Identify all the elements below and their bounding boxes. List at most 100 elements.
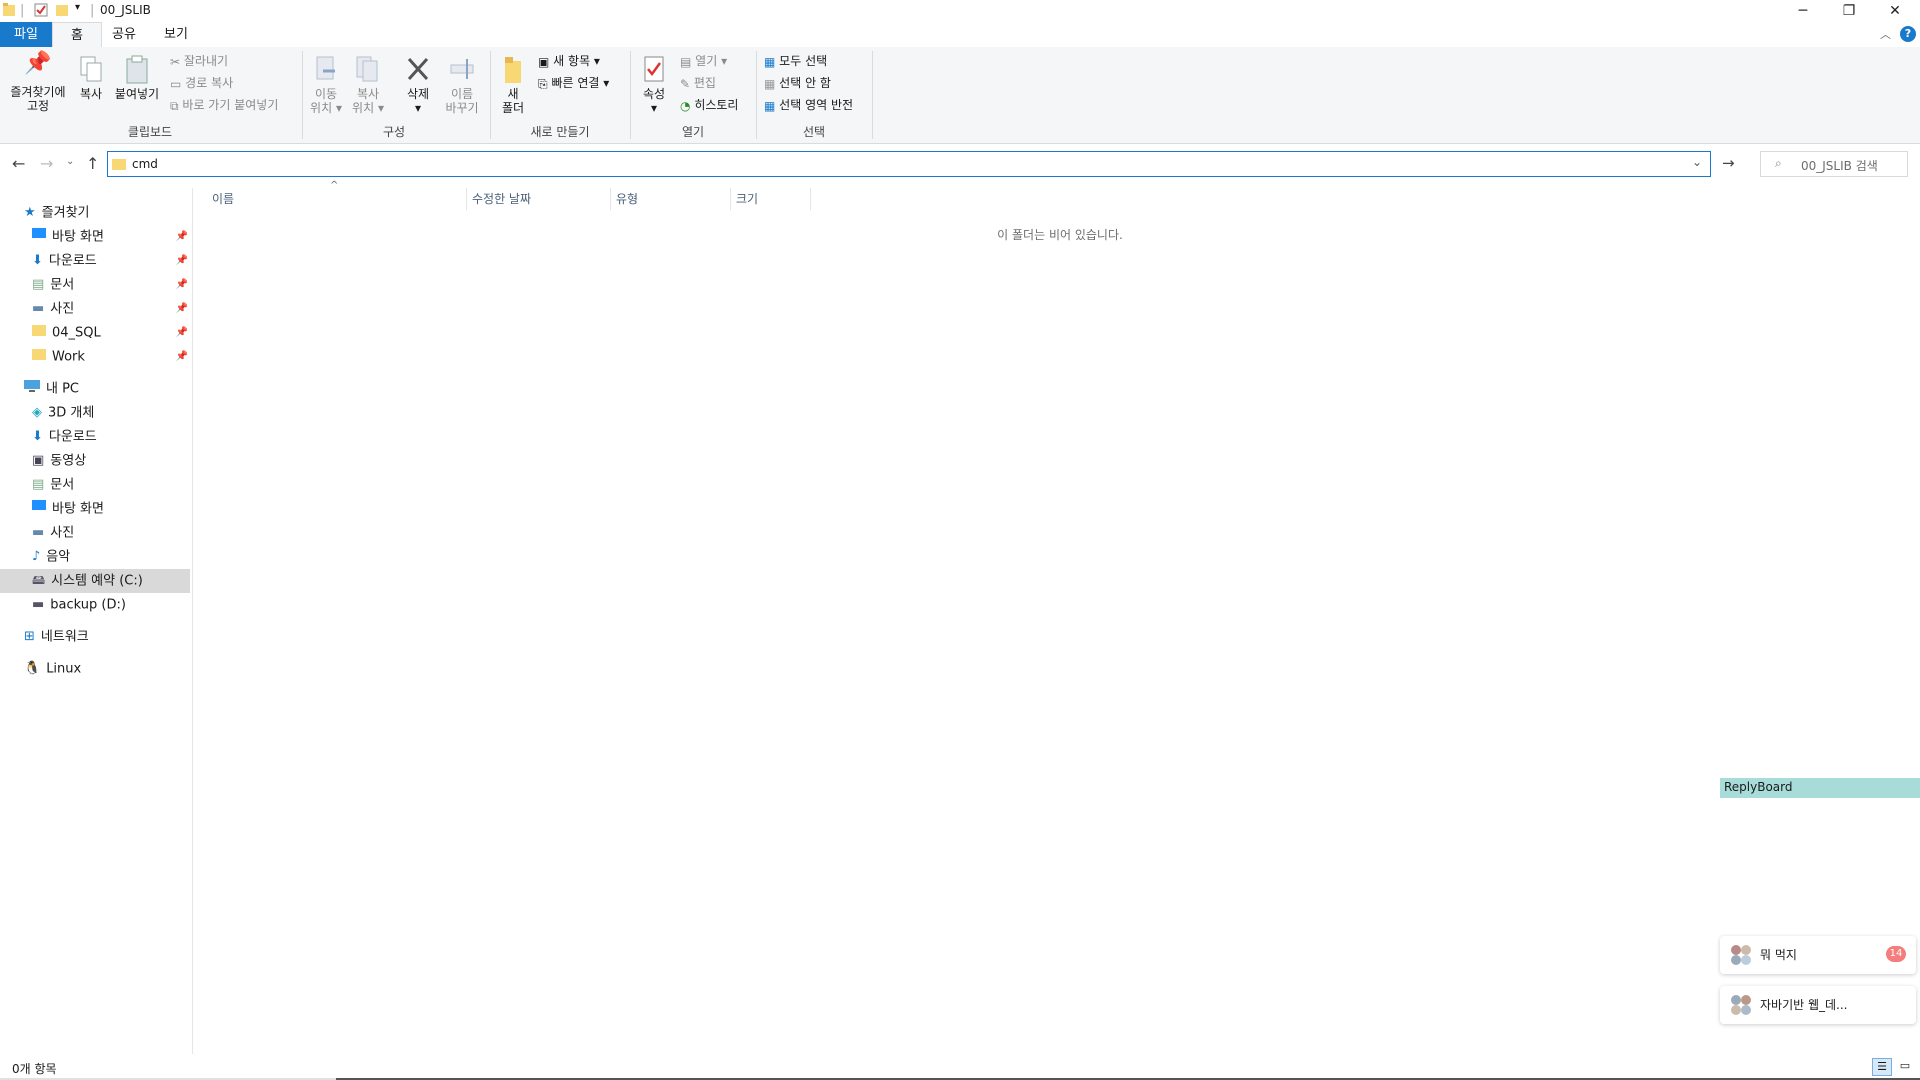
tab-home[interactable]: 홈 — [52, 22, 102, 48]
pin-icon[interactable]: 📌 — [176, 297, 188, 321]
chat-title: 자바기반 웹_데... — [1760, 998, 1848, 1012]
edit-icon: ✎ — [680, 76, 691, 91]
go-arrow-icon[interactable]: → — [1722, 154, 1735, 172]
recent-locations-icon[interactable]: ⌄ — [66, 156, 74, 167]
rename-button[interactable]: 이름 바꾸기 — [440, 55, 484, 115]
pin-icon[interactable]: 📌 — [176, 225, 188, 249]
search-input[interactable]: ⌕ 00_JSLIB 검색 — [1760, 151, 1908, 177]
nav-pc-downloads[interactable]: ⬇ 다운로드 — [32, 425, 188, 449]
copy-label: 복사 — [79, 87, 103, 101]
pin-icon[interactable]: 📌 — [176, 273, 188, 297]
window-title: 00_JSLIB — [100, 3, 151, 17]
tab-share[interactable]: 공유 — [104, 22, 144, 47]
nav-3d-objects[interactable]: ◈ 3D 개체 — [32, 401, 188, 425]
cube-icon: ◈ — [32, 405, 42, 420]
address-input[interactable]: cmd ⌄ — [107, 151, 1711, 177]
select-all-button[interactable]: ▦ 모두 선택 — [764, 51, 827, 71]
properties-icon[interactable] — [34, 3, 48, 17]
minimize-icon[interactable]: ─ — [1780, 0, 1826, 22]
move-to-button[interactable]: 이동 위치 ▾ — [308, 55, 344, 115]
new-folder-label-2: 폴더 — [501, 101, 525, 115]
restore-icon[interactable]: ❐ — [1826, 0, 1872, 22]
nav-quick-pictures[interactable]: ▬ 사진 📌 — [32, 297, 188, 321]
copy-path-button[interactable]: ▭ 경로 복사 — [170, 73, 233, 93]
nav-quick-04sql[interactable]: 04_SQL 📌 — [32, 321, 188, 345]
chat-item[interactable]: 자바기반 웹_데... — [1720, 986, 1916, 1024]
penguin-icon: 🐧 — [24, 661, 41, 676]
nav-this-pc[interactable]: 내 PC — [24, 377, 192, 401]
nav-label: 문서 — [50, 477, 75, 493]
pin-to-quick-access-button[interactable]: 📌 즐겨찾기에 고정 — [6, 53, 70, 114]
cut-button[interactable]: ✂ 잘라내기 — [170, 51, 228, 71]
nav-network[interactable]: ⊞ 네트워크 — [24, 625, 192, 649]
nav-music[interactable]: ♪ 음악 — [32, 545, 188, 569]
group-label-open: 열기 — [681, 125, 705, 139]
invert-selection-button[interactable]: ▦ 선택 영역 반전 — [764, 95, 853, 115]
address-dropdown-icon[interactable]: ⌄ — [1692, 155, 1702, 169]
column-header-type[interactable]: 유형 — [616, 188, 731, 210]
properties-button[interactable]: 속성 ▾ — [636, 55, 672, 115]
easy-access-button[interactable]: ⎘ 빠른 연결 ▾ — [538, 73, 609, 93]
new-item-label: 새 항목 — [553, 54, 591, 68]
nav-pc-documents[interactable]: ▤ 문서 — [32, 473, 188, 497]
up-icon[interactable]: ↑ — [86, 154, 99, 173]
pictures-icon: ▬ — [32, 301, 45, 316]
edit-button[interactable]: ✎ 편집 — [680, 73, 716, 93]
column-label: 이름 — [212, 192, 235, 206]
desktop-icon — [32, 497, 46, 521]
copy-button[interactable]: 복사 — [76, 55, 106, 101]
nav-pc-pictures[interactable]: ▬ 사진 — [32, 521, 188, 545]
pin-icon[interactable]: 📌 — [176, 345, 188, 369]
nav-quick-downloads[interactable]: ⬇ 다운로드 📌 — [32, 249, 188, 273]
select-none-button[interactable]: ▦ 선택 안 함 — [764, 73, 831, 93]
reply-board-bar[interactable]: ReplyBoard — [1720, 778, 1920, 798]
new-item-button[interactable]: ▣ 새 항목 ▾ — [538, 51, 600, 71]
new-folder-icon[interactable] — [56, 3, 70, 17]
customize-toolbar-icon[interactable]: ▾ — [75, 2, 80, 13]
copy-icon — [76, 55, 106, 87]
large-icons-view-icon[interactable]: ▭ — [1896, 1058, 1914, 1074]
history-button[interactable]: ◔ 히스토리 — [680, 95, 738, 115]
column-header-modified[interactable]: 수정한 날짜 — [472, 188, 611, 210]
easy-access-icon: ⎘ — [538, 76, 548, 91]
chevron-up-icon[interactable]: ︿ — [1880, 26, 1891, 42]
help-icon[interactable]: ? — [1900, 26, 1916, 42]
paste-shortcut-button[interactable]: ⧉ 바로 가기 붙여넣기 — [170, 95, 278, 115]
tab-file[interactable]: 파일 — [0, 22, 52, 47]
back-icon[interactable]: ← — [12, 154, 25, 173]
nav-quick-access[interactable]: ★ 즐겨찾기 — [24, 201, 192, 225]
forward-icon[interactable]: → — [40, 154, 53, 173]
download-icon: ⬇ — [32, 429, 43, 444]
video-icon: ▣ — [32, 453, 45, 468]
tab-view[interactable]: 보기 — [156, 22, 196, 47]
nav-drive-c[interactable]: 🖴 시스템 예약 (C:) — [0, 569, 190, 593]
new-folder-button[interactable]: 새 폴더 — [496, 55, 530, 115]
item-count: 0개 항목 — [12, 1062, 57, 1076]
copy-to-button[interactable]: 복사 위치 ▾ — [350, 55, 386, 115]
reply-board-label: ReplyBoard — [1724, 780, 1793, 794]
open-button[interactable]: ▤ 열기 ▾ — [680, 51, 727, 71]
copy-to-icon — [350, 55, 386, 87]
close-icon[interactable]: ✕ — [1872, 0, 1918, 22]
nav-quick-desktop[interactable]: 바탕 화면 📌 — [32, 225, 188, 249]
nav-drive-d[interactable]: ▬ backup (D:) — [32, 593, 188, 617]
nav-label: 동영상 — [50, 453, 87, 469]
paste-button[interactable]: 붙여넣기 — [112, 55, 162, 101]
delete-button[interactable]: 삭제 ▾ — [400, 55, 436, 115]
paste-label: 붙여넣기 — [114, 87, 160, 101]
nav-pc-desktop[interactable]: 바탕 화면 — [32, 497, 188, 521]
chat-item[interactable]: 뭐 먹지 14 — [1720, 936, 1916, 974]
open-label: 열기 — [695, 54, 718, 68]
details-view-icon[interactable]: ☰ — [1872, 1058, 1892, 1076]
nav-videos[interactable]: ▣ 동영상 — [32, 449, 188, 473]
pin-icon[interactable]: 📌 — [176, 249, 188, 273]
nav-linux[interactable]: 🐧 Linux — [24, 657, 192, 681]
invert-selection-icon: ▦ — [764, 98, 776, 113]
search-icon: ⌕ — [1775, 156, 1782, 170]
group-avatar-icon — [1730, 944, 1752, 966]
column-header-name[interactable]: 이름 — [212, 188, 467, 210]
nav-quick-documents[interactable]: ▤ 문서 📌 — [32, 273, 188, 297]
column-header-size[interactable]: 크기 — [736, 188, 811, 210]
pin-icon[interactable]: 📌 — [176, 321, 188, 345]
nav-quick-work[interactable]: Work 📌 — [32, 345, 188, 369]
